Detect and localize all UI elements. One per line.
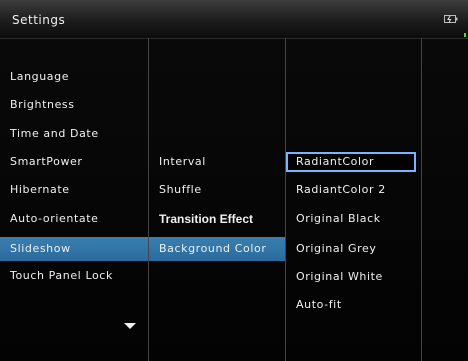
menu-item-auto-orientate[interactable]: Auto-orientate: [10, 209, 147, 229]
option-auto-fit[interactable]: Auto-fit: [296, 295, 418, 315]
submenu-item-transition-effect[interactable]: Transition Effect: [159, 209, 285, 229]
column-divider: [421, 38, 422, 361]
option-original-white[interactable]: Original White: [296, 267, 418, 287]
battery-charging-icon: [444, 15, 458, 23]
menu-item-smartpower[interactable]: SmartPower: [10, 152, 147, 172]
column-divider: [148, 38, 149, 361]
page-title: Settings: [12, 13, 66, 27]
menu-item-hibernate[interactable]: Hibernate: [10, 180, 147, 200]
submenu-item-background-color[interactable]: Background Color: [159, 239, 285, 259]
option-original-black[interactable]: Original Black: [296, 209, 418, 229]
menu-item-touch-panel-lock[interactable]: Touch Panel Lock: [10, 266, 147, 286]
chevron-down-icon[interactable]: [124, 323, 136, 329]
column-divider: [285, 38, 286, 361]
submenu-item-shuffle[interactable]: Shuffle: [159, 180, 285, 200]
menu-item-slideshow[interactable]: Slideshow: [10, 239, 147, 259]
submenu-item-interval[interactable]: Interval: [159, 152, 285, 172]
title-bar: Settings: [0, 0, 468, 39]
option-radiantcolor-2[interactable]: RadiantColor 2: [296, 180, 418, 200]
menu-item-time-and-date[interactable]: Time and Date: [10, 124, 147, 144]
settings-screen: Settings Language Brightness Time and Da…: [0, 0, 468, 361]
status-indicator: [464, 33, 466, 37]
menu-item-brightness[interactable]: Brightness: [10, 95, 147, 115]
menu-item-language[interactable]: Language: [10, 67, 147, 87]
option-original-grey[interactable]: Original Grey: [296, 239, 418, 259]
option-radiantcolor[interactable]: RadiantColor: [296, 152, 418, 172]
